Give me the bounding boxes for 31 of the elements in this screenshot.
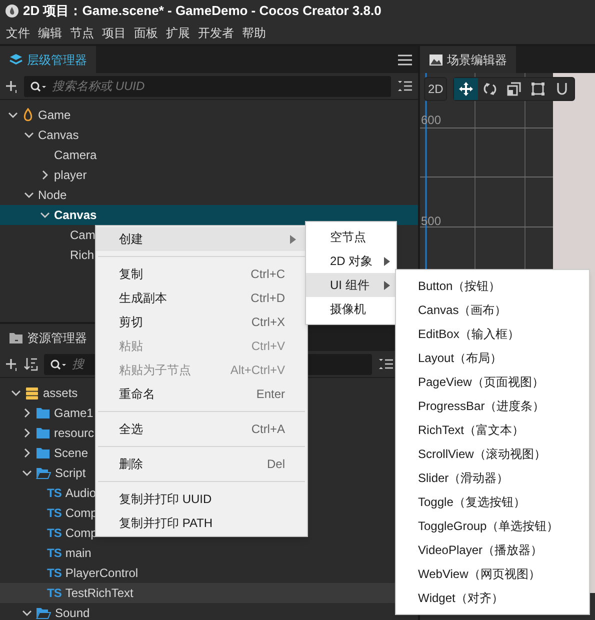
typescript-file-icon: TS xyxy=(47,524,62,542)
shortcut-label: Del xyxy=(266,456,285,473)
tree-label: PlayerControl xyxy=(65,565,138,582)
typescript-file-icon: TS xyxy=(47,564,62,582)
tree-label: Game xyxy=(38,107,71,124)
tree-label: TestRichText xyxy=(65,585,134,602)
shortcut-label: Ctrl+D xyxy=(250,290,285,307)
shortcut-label: Enter xyxy=(256,386,285,403)
window-title: 2D 项目：Game.scene* - GameDemo - Cocos Creator 3.8.0 xyxy=(23,2,382,20)
shortcut-label: Ctrl+X xyxy=(251,314,285,331)
tree-label: Canvas xyxy=(38,127,79,144)
tree-label: Canvas xyxy=(54,207,97,224)
tree-label: Camera xyxy=(54,147,97,164)
tree-label: assets xyxy=(43,385,78,402)
tree-label: Node xyxy=(38,187,67,204)
tree-label: Script xyxy=(55,465,86,482)
shortcut-label: Ctrl+C xyxy=(250,266,285,283)
typescript-file-icon: TS xyxy=(47,584,62,602)
typescript-file-icon: TS xyxy=(47,504,62,522)
tree-label: Audio xyxy=(65,485,96,502)
tree-label: Scene xyxy=(54,445,88,462)
typescript-file-icon: TS xyxy=(47,544,62,562)
tree-label: resourc xyxy=(54,425,94,442)
tree-label: player xyxy=(54,167,87,184)
tree-label: main xyxy=(65,545,92,562)
shortcut-label: Ctrl+A xyxy=(251,421,285,438)
tree-label: Sound xyxy=(55,605,90,620)
shortcut-label: Alt+Ctrl+V xyxy=(230,362,285,379)
shortcut-label: Ctrl+V xyxy=(251,338,285,355)
typescript-file-icon: TS xyxy=(47,484,62,502)
tree-label: Game1 xyxy=(54,405,94,422)
